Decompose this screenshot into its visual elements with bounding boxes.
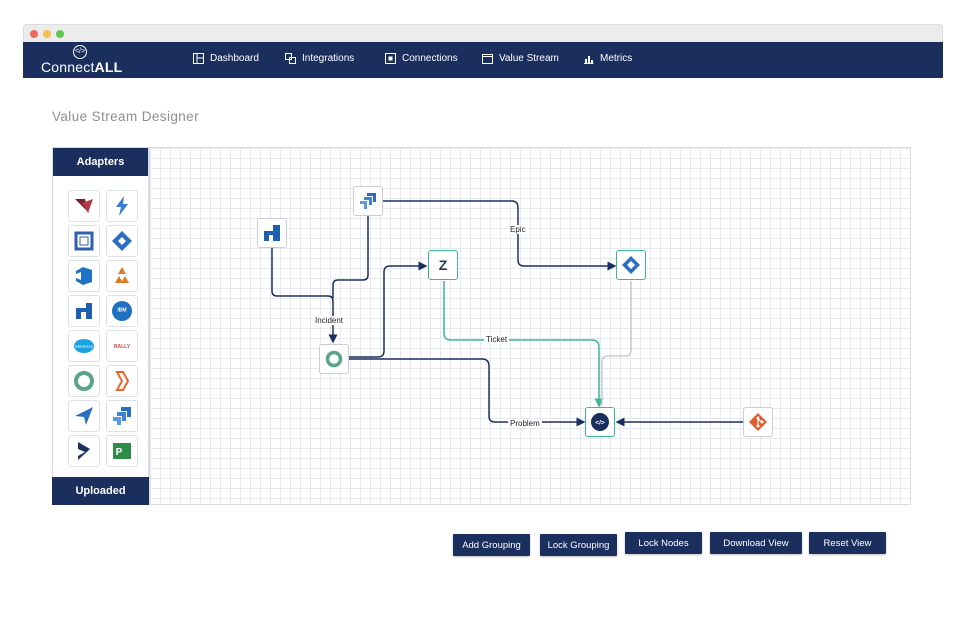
rally-icon: RALLY (114, 344, 131, 350)
connections-icon (385, 53, 396, 64)
nav-connections-label: Connections (402, 53, 458, 64)
jira-chevrons-icon (113, 407, 131, 425)
ring-icon (74, 371, 94, 391)
adapters-panel: Adapters IBM salesforce RALLY P Uploaded (52, 147, 149, 505)
node-ring[interactable] (319, 344, 349, 374)
brand-suffix: ALL (94, 59, 123, 75)
azure-devops-icon (76, 267, 92, 285)
edge-jira-to-ring (332, 216, 369, 298)
paper-plane-icon (75, 407, 93, 425)
adapter-lightning[interactable] (106, 190, 138, 222)
uploaded-tab[interactable]: Uploaded (52, 477, 149, 505)
ibm-icon-text: IBM (117, 308, 126, 314)
rally-icon-text: RALLY (114, 344, 131, 350)
bolt-orange-icon (115, 371, 130, 391)
dynamics-icon (78, 442, 90, 460)
metrics-icon (584, 56, 594, 64)
nav-metrics-label: Metrics (600, 53, 633, 64)
connectall-icon-text: </> (595, 420, 605, 427)
adapter-jira-chevrons[interactable] (106, 400, 138, 432)
adapter-azure-devops[interactable] (68, 260, 100, 292)
connection-edges (271, 200, 743, 427)
edge-jira-to-diamond (383, 200, 617, 271)
tri-flower-icon (115, 267, 129, 283)
node-zendesk[interactable]: Z (428, 250, 458, 280)
edge-label-ticket: Ticket (484, 335, 510, 344)
node-arrow-adapter[interactable] (257, 218, 287, 248)
adapter-rally[interactable]: RALLY (106, 330, 138, 362)
dashboard-icon (193, 53, 204, 64)
ring-icon (325, 350, 343, 368)
jira-diamond-icon (112, 231, 132, 251)
adapters-header[interactable]: Adapters (53, 148, 148, 176)
lock-nodes-button[interactable]: Lock Nodes (625, 532, 702, 554)
minimize-window-button[interactable] (43, 30, 51, 38)
edge-zendesk-to-connectall (443, 281, 604, 408)
jira-chevrons-icon (360, 193, 376, 209)
arrow-corner-icon (76, 303, 92, 319)
edge-ring-to-connectall (348, 358, 586, 427)
node-git[interactable] (743, 407, 773, 437)
zendesk-icon-text: Z (439, 257, 448, 273)
close-window-button[interactable] (30, 30, 38, 38)
nav-value-stream[interactable]: Value Stream (482, 53, 559, 64)
v-logo-icon (75, 199, 93, 213)
nav-value-stream-label: Value Stream (499, 53, 559, 64)
adapter-dynamics[interactable] (68, 435, 100, 467)
nav-connections[interactable]: Connections (385, 53, 458, 64)
reset-view-button[interactable]: Reset View (809, 532, 886, 554)
adapter-project[interactable]: P (106, 435, 138, 467)
edge-label-problem: Problem (508, 419, 542, 428)
maximize-window-button[interactable] (56, 30, 64, 38)
value-stream-icon (482, 54, 493, 64)
window-titlebar (23, 24, 943, 42)
nav-metrics[interactable]: Metrics (583, 53, 632, 64)
brand-prefix: Connect (41, 59, 95, 75)
adapter-bolt-orange[interactable] (106, 365, 138, 397)
integrations-icon (285, 53, 296, 64)
nav-dashboard[interactable]: Dashboard (193, 53, 259, 64)
lightning-icon (116, 196, 128, 216)
adapter-ring[interactable] (68, 365, 100, 397)
nav-integrations[interactable]: Integrations (285, 53, 354, 64)
node-jira-diamond[interactable] (616, 250, 646, 280)
jira-diamond-icon (622, 256, 640, 274)
node-jira-software[interactable] (353, 186, 383, 216)
app-window: </> ConnectALL Dashboard Integrations Co… (23, 24, 943, 78)
connectall-logo[interactable]: </> ConnectALL (40, 45, 130, 75)
edge-diamond-to-connectall (601, 281, 632, 406)
square-frame-icon (74, 231, 94, 251)
edge-label-incident: Incident (313, 316, 346, 325)
node-connectall[interactable]: </> (585, 407, 615, 437)
adapter-tri-flower[interactable] (106, 260, 138, 292)
adapter-square-frame[interactable] (68, 225, 100, 257)
logo-mark-icon: </> (73, 45, 87, 59)
salesforce-icon: salesforce (74, 339, 94, 353)
adapter-jira-diamond[interactable] (106, 225, 138, 257)
connectall-icon: </> (591, 413, 609, 431)
lock-grouping-button[interactable]: Lock Grouping (540, 534, 617, 556)
page-title: Value Stream Designer (52, 109, 199, 124)
project-icon: P (113, 443, 131, 459)
edge-arrow-to-ring (271, 248, 338, 344)
zendesk-icon: Z (439, 257, 448, 273)
add-grouping-button[interactable]: Add Grouping (453, 534, 530, 556)
top-navbar: </> ConnectALL Dashboard Integrations Co… (23, 42, 943, 78)
value-stream-canvas[interactable]: Epic Incident Ticket Problem Z </> (149, 147, 911, 505)
adapter-ibm[interactable]: IBM (106, 295, 138, 327)
adapter-v-logo[interactable] (68, 190, 100, 222)
edge-label-epic: Epic (508, 225, 528, 234)
adapter-arrow-corner[interactable] (68, 295, 100, 327)
nav-integrations-label: Integrations (302, 53, 355, 64)
salesforce-icon-text: salesforce (75, 344, 94, 349)
adapter-grid: IBM salesforce RALLY P (68, 190, 138, 467)
adapter-salesforce[interactable]: salesforce (68, 330, 100, 362)
ibm-icon: IBM (112, 301, 132, 321)
nav-dashboard-label: Dashboard (210, 53, 259, 64)
adapter-paper-plane[interactable] (68, 400, 100, 432)
download-view-button[interactable]: Download View (710, 532, 802, 554)
project-icon-text: P (116, 447, 123, 458)
arrow-corner-icon (264, 225, 280, 241)
git-icon (749, 413, 767, 431)
